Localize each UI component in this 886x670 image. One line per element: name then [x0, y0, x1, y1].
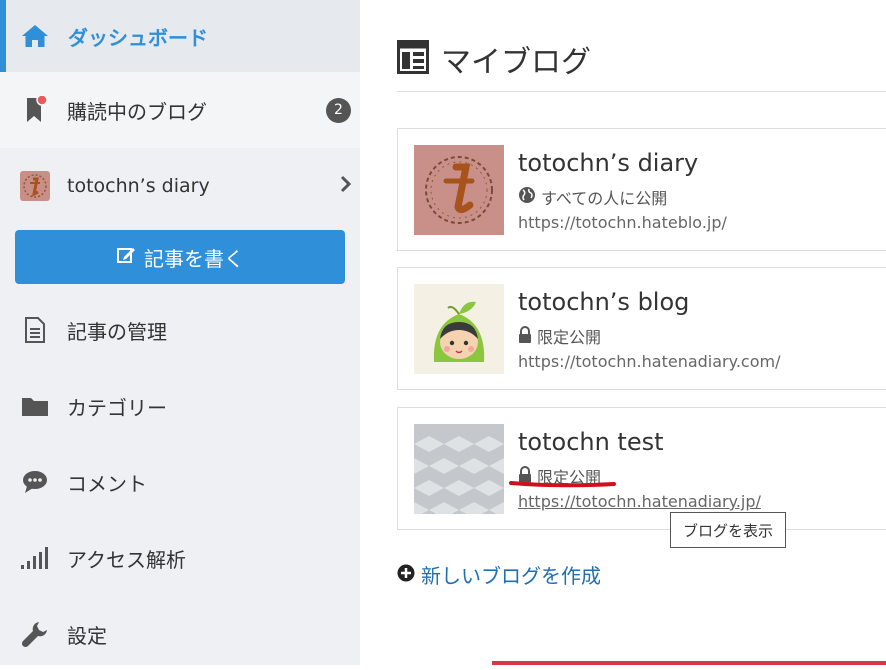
sidebar-item-label: コメント: [67, 471, 147, 496]
blog-visibility: すべての人に公開: [518, 185, 667, 209]
document-icon: [20, 315, 50, 345]
page-title-text: マイブログ: [441, 45, 591, 80]
write-article-button[interactable]: 記事を書く: [15, 230, 345, 284]
blog-visibility: 限定公開: [518, 324, 601, 348]
globe-icon: [518, 186, 536, 208]
blog-card[interactable]: totochn’s blog 限定公開 https://totochn.hate…: [397, 267, 886, 390]
sidebar-item-analytics[interactable]: アクセス解析: [0, 522, 360, 594]
blog-thumbnail[interactable]: [414, 284, 504, 374]
sidebar-item-label: 設定: [67, 623, 107, 648]
sidebar-item-subscriptions[interactable]: 購読中のブログ 2: [0, 72, 360, 148]
blog-name[interactable]: totochn’s blog: [518, 288, 689, 316]
unread-count-badge: 2: [326, 97, 351, 123]
sidebar: ダッシュボード 購読中のブログ 2 totochn’s diary 記事を書く …: [0, 0, 360, 665]
wrench-icon: [20, 619, 50, 649]
tooltip: ブログを表示: [670, 512, 786, 548]
red-annotation-underline: [509, 481, 616, 488]
visibility-label: すべての人に公開: [541, 189, 668, 208]
blog-url[interactable]: https://totochn.hatenadiary.com/: [518, 352, 780, 371]
sidebar-item-label: 購読中のブログ: [67, 99, 207, 124]
blog-thumbnail[interactable]: [414, 424, 504, 514]
sidebar-item-label: 記事の管理: [67, 319, 167, 344]
comment-icon: [20, 467, 50, 497]
bottom-edge-bar: [492, 661, 886, 665]
edit-icon: [116, 245, 136, 270]
blog-name[interactable]: totochn’s diary: [518, 149, 698, 177]
sidebar-item-articles[interactable]: 記事の管理: [0, 294, 360, 366]
blog-card[interactable]: totochn test 限定公開 https://totochn.hatena…: [397, 407, 886, 530]
home-icon: [20, 21, 50, 51]
sidebar-item-comments[interactable]: コメント: [0, 446, 360, 518]
blog-avatar-icon: [20, 171, 50, 201]
blog-card[interactable]: totochn’s diary すべての人に公開 https://totochn…: [397, 128, 886, 251]
sidebar-item-categories[interactable]: カテゴリー: [0, 370, 360, 442]
folder-icon: [20, 391, 50, 421]
sidebar-item-label: アクセス解析: [67, 547, 186, 572]
sidebar-item-dashboard[interactable]: ダッシュボード: [0, 0, 360, 72]
write-article-label: 記事を書く: [144, 246, 244, 271]
visibility-label: 限定公開: [537, 328, 602, 347]
page-title: マイブログ: [397, 40, 591, 80]
create-new-blog-label: 新しいブログを作成: [421, 564, 601, 588]
create-new-blog-link[interactable]: 新しいブログを作成: [397, 560, 601, 589]
blog-thumbnail[interactable]: [414, 145, 504, 235]
blog-name[interactable]: totochn test: [518, 428, 664, 456]
sidebar-item-label: totochn’s diary: [67, 175, 210, 197]
sidebar-item-label: ダッシュボード: [68, 25, 208, 50]
lock-icon: [518, 325, 532, 347]
plus-circle-icon: [397, 563, 415, 587]
bar-chart-icon: [20, 543, 50, 573]
bookmark-icon: [20, 95, 50, 125]
title-divider: [397, 91, 886, 92]
sidebar-item-label: カテゴリー: [67, 395, 167, 420]
blog-url[interactable]: https://totochn.hateblo.jp/: [518, 213, 727, 232]
sidebar-item-blog-diary[interactable]: totochn’s diary: [0, 148, 360, 224]
dashboard-layout-icon: [397, 40, 429, 78]
blog-url[interactable]: https://totochn.hatenadiary.jp/: [518, 492, 761, 511]
chevron-right-icon: [340, 175, 352, 198]
sidebar-item-settings[interactable]: 設定: [0, 598, 360, 670]
